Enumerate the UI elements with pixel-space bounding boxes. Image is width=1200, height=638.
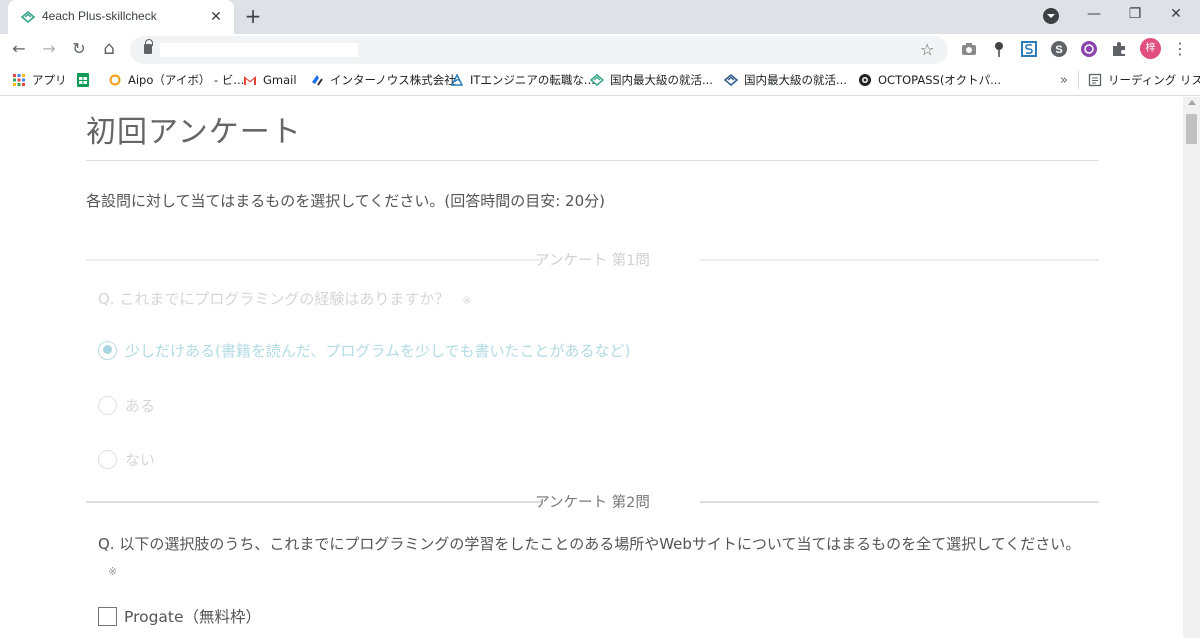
bookmarks-bar: アプリ Aipo（アイボ） - ビ... Gmail インターノウス株式会社 I…	[0, 64, 1200, 96]
avatar[interactable]: 梓	[1140, 38, 1161, 59]
required-mark: ※	[462, 294, 472, 307]
radio-button[interactable]	[98, 395, 117, 415]
required-mark: ※	[108, 565, 118, 578]
question-1-text: Q. これまでにプログラミングの経験はありますか？ ※	[98, 288, 471, 309]
lock-icon	[144, 39, 153, 54]
bookmark-internous[interactable]: インターノウス株式会社	[310, 72, 456, 88]
survey-instruction: 各設問に対して当てはまるものを選択してください。(回答時間の目安: 20分)	[86, 192, 605, 210]
tab-title: 4each Plus-skillcheck	[42, 9, 157, 23]
back-button[interactable]: ←	[7, 37, 31, 61]
radio-button[interactable]	[98, 449, 117, 469]
bookmark-sheets[interactable]	[76, 72, 96, 88]
shukatsu-icon	[724, 74, 738, 86]
checkbox[interactable]	[98, 606, 117, 626]
reload-button[interactable]: ↻	[67, 37, 91, 61]
question-1-option-3[interactable]: ない	[98, 449, 155, 469]
browser-toolbar: ← → ↻ ⌂ ☆ S 梓 ⋮	[0, 34, 1200, 64]
option-label: Progate（無料枠）	[124, 608, 262, 626]
bookmark-it-engineer[interactable]: ITエンジニアの転職な...	[450, 72, 595, 88]
tab-close-icon[interactable]: ✕	[207, 8, 225, 26]
bookmark-label: 国内最大級の就活...	[610, 73, 713, 87]
shukatsu-icon	[590, 74, 604, 86]
bookmark-apps[interactable]: アプリ	[12, 72, 67, 88]
question-1-heading: アンケート 第1問	[86, 249, 1099, 269]
page-title: 初回アンケート	[86, 115, 302, 150]
bookmark-octopass[interactable]: OCTOPASS(オクトパ...	[858, 72, 1001, 88]
heading-rule-right	[700, 501, 1099, 503]
reading-list-label: リーディング リスト	[1108, 73, 1200, 87]
bookmark-label: 国内最大級の就活...	[744, 73, 847, 87]
apps-grid-icon	[13, 74, 25, 86]
radio-button[interactable]	[98, 340, 117, 360]
s-circle-icon[interactable]: S	[1050, 40, 1068, 58]
heading-rule-right	[700, 259, 1099, 261]
new-tab-button[interactable]: +	[242, 5, 264, 27]
site-favicon-icon	[21, 10, 35, 24]
tab-strip: 4each Plus-skillcheck ✕ + — ❐ ✕	[0, 0, 1200, 34]
reading-list-button[interactable]: リーディング リスト	[1088, 72, 1200, 88]
internous-icon	[312, 75, 323, 86]
camera-icon[interactable]	[960, 40, 978, 58]
svg-text:S: S	[1055, 44, 1062, 56]
bookmark-label: Aipo（アイボ） - ビ...	[128, 73, 245, 87]
question-2-text-label: Q. 以下の選択肢のうち、これまでにプログラミングの学習をしたことのある場所やW…	[98, 535, 1081, 553]
bookmark-label: ITエンジニアの転職な...	[470, 73, 595, 87]
bookmark-aipo[interactable]: Aipo（アイボ） - ビ...	[108, 72, 244, 88]
page-scrollbar[interactable]	[1183, 97, 1200, 638]
scroll-up-arrow-icon[interactable]	[1188, 100, 1196, 105]
sheets-icon	[77, 73, 89, 87]
address-bar[interactable]: ☆	[130, 36, 948, 64]
option-label: 少しだけある(書籍を読んだ、プログラムを少しでも書いたことがあるなど)	[125, 341, 631, 360]
bookmark-shukatsu-1[interactable]: 国内最大級の就活...	[590, 72, 713, 88]
aipo-icon	[109, 74, 121, 86]
bookmark-shukatsu-2[interactable]: 国内最大級の就活...	[724, 72, 847, 88]
home-button[interactable]: ⌂	[97, 37, 121, 61]
question-2-text: Q. 以下の選択肢のうち、これまでにプログラミングの学習をしたことのある場所やW…	[98, 531, 1098, 585]
bookmark-label: インターノウス株式会社	[330, 73, 456, 87]
forward-button[interactable]: →	[37, 37, 61, 61]
option-label: ない	[125, 450, 156, 469]
question-1-option-2[interactable]: ある	[98, 395, 155, 415]
url-redacted	[160, 43, 358, 57]
question-2-heading: アンケート 第2問	[86, 491, 1099, 511]
browser-tab[interactable]: 4each Plus-skillcheck ✕	[8, 0, 234, 34]
puzzle-icon[interactable]	[1110, 40, 1128, 58]
bookmark-label: Gmail	[263, 73, 297, 87]
pin-icon[interactable]	[990, 40, 1008, 58]
s-box-icon[interactable]	[1020, 40, 1038, 58]
option-label: ある	[125, 396, 156, 415]
question-1-text-label: Q. これまでにプログラミングの経験はありますか？	[98, 290, 450, 308]
title-divider	[86, 160, 1099, 161]
reading-list-icon	[1088, 73, 1102, 87]
it-engineer-icon	[450, 73, 464, 86]
octopass-icon	[859, 74, 871, 86]
question-2-option-1[interactable]: Progate（無料枠）	[98, 606, 261, 626]
chrome-menu-icon[interactable]: ⋮	[1168, 37, 1192, 61]
restore-button[interactable]: ❐	[1122, 4, 1148, 24]
close-window-button[interactable]: ✕	[1163, 4, 1189, 24]
gmail-icon	[244, 76, 256, 85]
scroll-thumb[interactable]	[1186, 114, 1197, 144]
bookmark-star-icon[interactable]: ☆	[920, 40, 934, 59]
tab-search-icon[interactable]	[1043, 8, 1059, 24]
minimize-button[interactable]: —	[1081, 4, 1107, 24]
bookmarks-divider	[1078, 71, 1079, 89]
bookmark-label: アプリ	[32, 73, 67, 87]
bookmark-gmail[interactable]: Gmail	[243, 72, 297, 88]
purple-extension-icon[interactable]	[1080, 40, 1098, 58]
bookmarks-overflow-button[interactable]: »	[1060, 72, 1068, 88]
survey-page: 初回アンケート 各設問に対して当てはまるものを選択してください。(回答時間の目安…	[0, 97, 1183, 638]
bookmark-label: OCTOPASS(オクトパ...	[878, 73, 1002, 87]
question-1-option-1[interactable]: 少しだけある(書籍を読んだ、プログラムを少しでも書いたことがあるなど)	[98, 340, 630, 360]
